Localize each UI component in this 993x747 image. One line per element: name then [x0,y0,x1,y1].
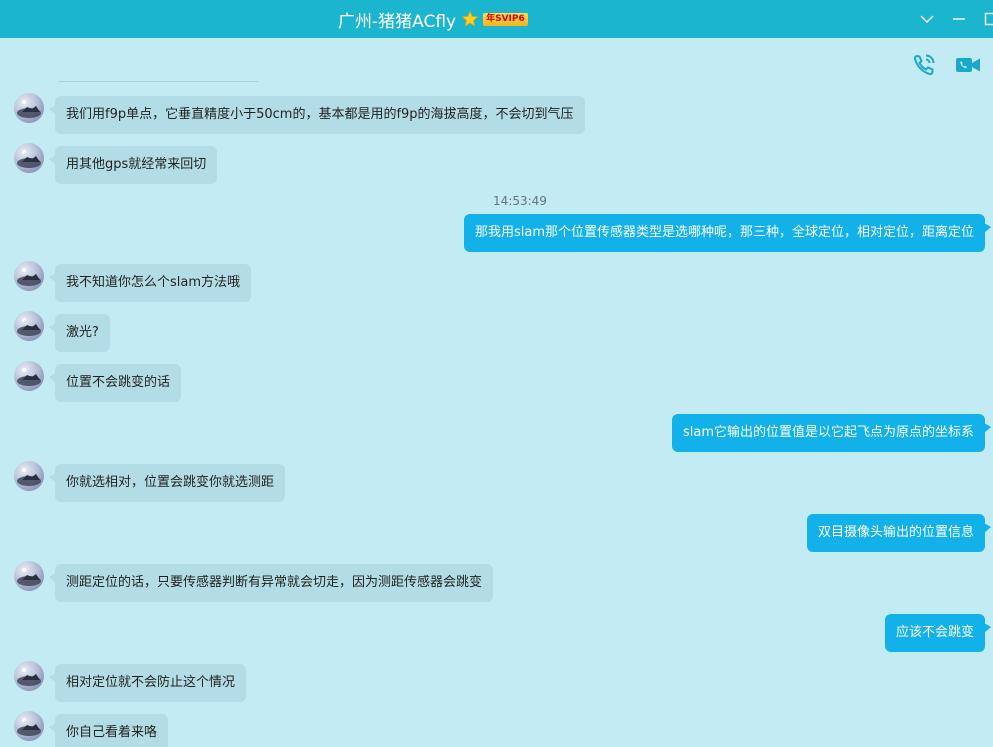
video-call-icon[interactable] [955,52,981,78]
window-title: 广州-猪猪ACfly 年SVIP6 [338,6,528,32]
message-bubble[interactable]: 那我用slam那个位置传感器类型是选哪种呢，那三种，全球定位，相对定位，距离定位 [463,214,992,252]
chevron-down-icon[interactable] [916,8,938,30]
avatar[interactable] [14,461,44,491]
message-bubble[interactable]: 我不知道你怎么个slam方法哦 [48,264,252,302]
avatar[interactable] [14,93,44,123]
avatar[interactable] [14,361,44,391]
message-bubble[interactable]: 用其他gps就经常来回切 [48,146,218,184]
message-bubble[interactable]: 你就选相对，位置会跳变你就选测距 [48,464,286,502]
vip-badge: 年SVIP6 [483,12,528,26]
message-timestamp: 14:53:49 [493,194,547,208]
message-bubble[interactable]: 你自己看着来咯 [48,714,169,747]
avatar[interactable] [14,261,44,291]
message-bubble[interactable]: 激光? [49,314,110,352]
message-bubble[interactable]: 相对定位就不会防止这个情况 [48,664,247,702]
avatar[interactable] [14,561,44,591]
history-divider [58,81,258,82]
message-bubble[interactable]: slam它输出的位置值是以它起飞点为原点的坐标系 [671,414,992,452]
avatar[interactable] [14,661,44,691]
message-bubble[interactable]: 测距定位的话，只要传感器判断有异常就会切走，因为测距传感器会跳变 [48,564,494,602]
minimize-icon[interactable] [948,8,970,30]
message-bubble[interactable]: 双目摄像头输出的位置信息 [806,514,992,552]
star-icon [461,10,479,28]
title-bar: 广州-猪猪ACfly 年SVIP6 [0,0,993,38]
contact-name: 广州-猪猪ACfly [338,11,457,32]
message-bubble[interactable]: 应该不会跳变 [884,614,992,652]
message-bubble[interactable]: 我们用f9p单点，它垂直精度小于50cm的，基本都是用的f9p的海拔高度，不会切… [49,96,585,134]
voice-call-icon[interactable] [911,52,937,78]
avatar[interactable] [14,143,44,173]
message-bubble[interactable]: 位置不会跳变的话 [48,364,182,402]
maximize-icon[interactable] [980,8,993,30]
avatar[interactable] [14,711,44,741]
avatar[interactable] [14,311,44,341]
